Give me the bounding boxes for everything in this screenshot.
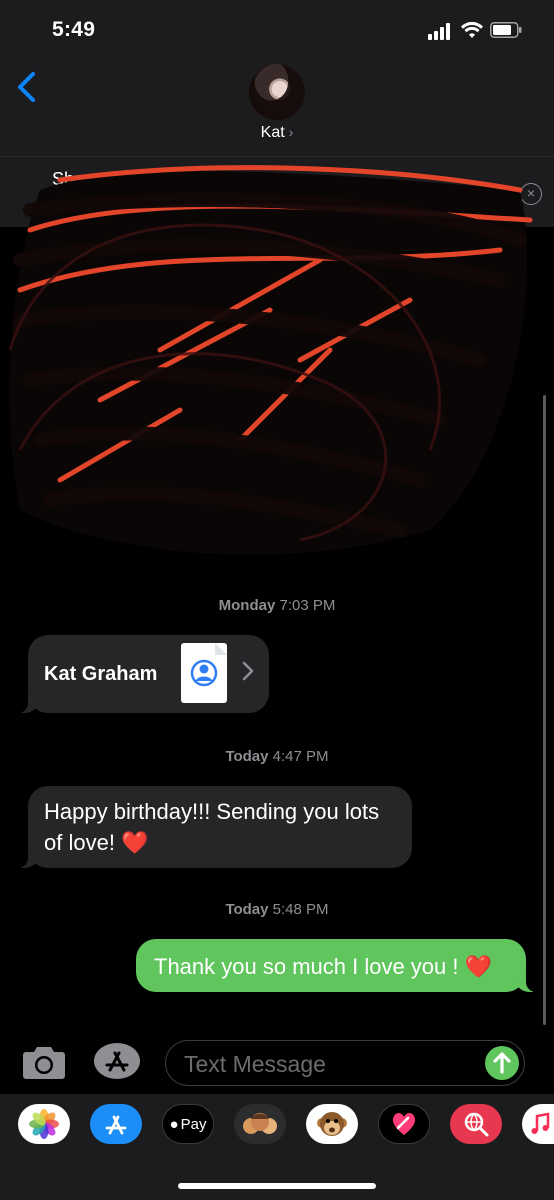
redaction-scribble bbox=[8, 165, 533, 555]
camera-icon[interactable] bbox=[22, 1044, 66, 1080]
timestamp-day: Today bbox=[225, 901, 269, 918]
outgoing-message-bubble[interactable]: Thank you so much I love you ! ❤️ bbox=[136, 939, 538, 992]
app-store-drawer-icon[interactable] bbox=[93, 1042, 141, 1080]
message-text-field[interactable] bbox=[165, 1040, 525, 1086]
chevron-right-icon: › bbox=[288, 124, 294, 140]
chevron-right-icon bbox=[242, 661, 254, 681]
message-input[interactable] bbox=[182, 1049, 476, 1079]
contact-file-icon bbox=[181, 643, 227, 703]
cellular-signal-icon bbox=[428, 22, 454, 40]
send-button[interactable] bbox=[485, 1046, 519, 1080]
animoji-monkey-icon[interactable] bbox=[306, 1104, 358, 1144]
contact-card-name: Kat Graham bbox=[44, 663, 158, 685]
timestamp-day: Today bbox=[225, 748, 269, 765]
timestamp: Today 5:48 PM bbox=[0, 901, 554, 918]
timestamp: Today 4:47 PM bbox=[0, 748, 554, 765]
timestamp-time: 4:47 PM bbox=[272, 748, 329, 765]
home-indicator[interactable] bbox=[178, 1183, 376, 1189]
timestamp-time: 7:03 PM bbox=[279, 597, 336, 614]
app-store-icon[interactable] bbox=[90, 1104, 142, 1144]
wifi-icon bbox=[461, 21, 483, 38]
contact-name: Kat bbox=[260, 124, 285, 141]
timestamp: Monday 7:03 PM bbox=[0, 597, 554, 614]
photos-icon[interactable] bbox=[18, 1104, 70, 1144]
web-search-icon[interactable] bbox=[450, 1104, 502, 1144]
memoji-icon[interactable] bbox=[234, 1104, 286, 1144]
scrollbar[interactable] bbox=[543, 395, 546, 1025]
apple-pay-icon[interactable]: ● Pay bbox=[162, 1104, 214, 1144]
contact-card-message[interactable]: Kat Graham bbox=[16, 635, 269, 713]
apple-pay-label: Pay bbox=[180, 1115, 207, 1133]
status-bar: 5:49 bbox=[0, 0, 554, 60]
contact-avatar[interactable] bbox=[249, 64, 305, 120]
battery-icon bbox=[490, 22, 522, 38]
timestamp-time: 5:48 PM bbox=[272, 901, 329, 918]
back-chevron-icon[interactable] bbox=[14, 70, 40, 104]
message-text: Happy birthday!!! Sending you lots of lo… bbox=[44, 799, 380, 855]
contact-name-button[interactable]: Kat › bbox=[0, 124, 554, 142]
incoming-message-bubble[interactable]: Happy birthday!!! Sending you lots of lo… bbox=[16, 786, 412, 868]
arrow-up-icon bbox=[493, 1052, 511, 1074]
timestamp-day: Monday bbox=[218, 597, 276, 614]
message-input-bar bbox=[0, 1030, 554, 1094]
conversation-header: Kat › bbox=[0, 60, 554, 157]
digital-touch-icon[interactable] bbox=[378, 1104, 430, 1144]
message-text: Thank you so much I love you ! ❤️ bbox=[154, 954, 492, 979]
music-icon[interactable] bbox=[522, 1104, 554, 1144]
status-time: 5:49 bbox=[52, 18, 96, 41]
